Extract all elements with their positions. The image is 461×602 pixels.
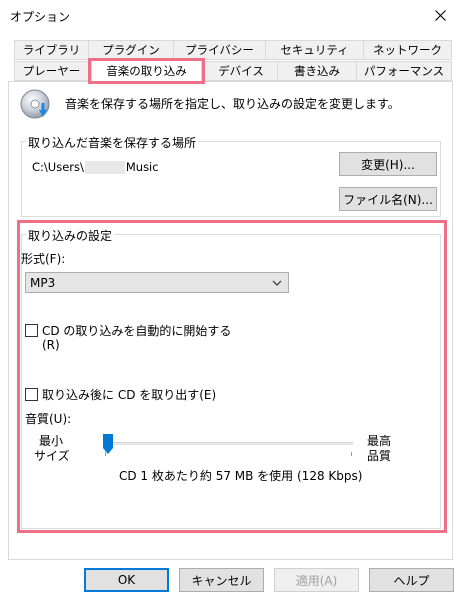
page-description: 音楽を保存する場所を指定し、取り込みの設定を変更します。 bbox=[65, 97, 400, 111]
window-title: オプション bbox=[10, 10, 71, 24]
save-path: C:\Users\ Music bbox=[32, 160, 159, 174]
close-icon bbox=[434, 9, 446, 21]
quality-min-label-2: サイズ bbox=[34, 449, 70, 463]
file-name-button[interactable]: ファイル名(N)... bbox=[339, 187, 437, 211]
change-location-button[interactable]: 変更(H)... bbox=[339, 152, 437, 176]
eject-after-rip-checkbox[interactable] bbox=[25, 388, 38, 401]
tab-panel: 音楽を保存する場所を指定し、取り込みの設定を変更します。 取り込んだ音楽を保存す… bbox=[8, 81, 453, 560]
format-label: 形式(F): bbox=[21, 252, 66, 266]
tab-burn[interactable]: 書き込み bbox=[277, 61, 357, 81]
apply-button[interactable]: 適用(A) bbox=[274, 568, 359, 592]
quality-info: CD 1 枚あたり約 57 MB を使用 (128 Kbps) bbox=[119, 469, 363, 483]
tab-privacy[interactable]: プライバシー bbox=[173, 40, 266, 60]
tab-plugins[interactable]: プラグイン bbox=[88, 40, 174, 60]
auto-rip-label: CD の取り込みを自動的に開始する bbox=[42, 324, 232, 338]
tab-rip-music[interactable]: 音楽の取り込み bbox=[91, 59, 202, 81]
tab-network[interactable]: ネットワーク bbox=[363, 40, 452, 60]
quality-label: 音質(U): bbox=[25, 412, 72, 426]
tab-player[interactable]: プレーヤー bbox=[14, 61, 89, 81]
quality-slider-track[interactable] bbox=[103, 442, 353, 445]
cancel-button[interactable]: キャンセル bbox=[179, 568, 264, 592]
tab-performance[interactable]: パフォーマンス bbox=[356, 61, 452, 81]
format-value: MP3 bbox=[30, 275, 56, 290]
save-location-legend: 取り込んだ音楽を保存する場所 bbox=[26, 134, 199, 151]
help-button[interactable]: ヘルプ bbox=[369, 568, 454, 592]
auto-rip-label-accelerator: (R) bbox=[42, 338, 60, 352]
quality-max-label-2: 品質 bbox=[367, 449, 392, 463]
chevron-down-icon bbox=[272, 280, 282, 286]
rip-settings-legend: 取り込みの設定 bbox=[26, 227, 115, 244]
save-path-prefix: C:\Users\ bbox=[32, 160, 84, 174]
tab-devices[interactable]: デバイス bbox=[204, 61, 278, 81]
quality-tick-max bbox=[351, 452, 352, 456]
tab-library[interactable]: ライブラリ bbox=[14, 40, 89, 60]
eject-after-rip-label: 取り込み後に CD を取り出す(E) bbox=[42, 388, 217, 402]
ok-button[interactable]: OK bbox=[84, 568, 169, 592]
tab-security[interactable]: セキュリティ bbox=[265, 40, 364, 60]
close-button[interactable] bbox=[425, 2, 455, 28]
redacted-username bbox=[84, 161, 125, 174]
title-bar: オプション bbox=[0, 0, 461, 31]
quality-slider-thumb[interactable] bbox=[103, 434, 113, 454]
cd-rip-icon bbox=[20, 89, 50, 119]
save-path-suffix: Music bbox=[125, 160, 159, 174]
auto-rip-checkbox[interactable] bbox=[25, 324, 38, 337]
format-select[interactable]: MP3 bbox=[25, 272, 289, 293]
quality-tick-min bbox=[105, 452, 106, 456]
